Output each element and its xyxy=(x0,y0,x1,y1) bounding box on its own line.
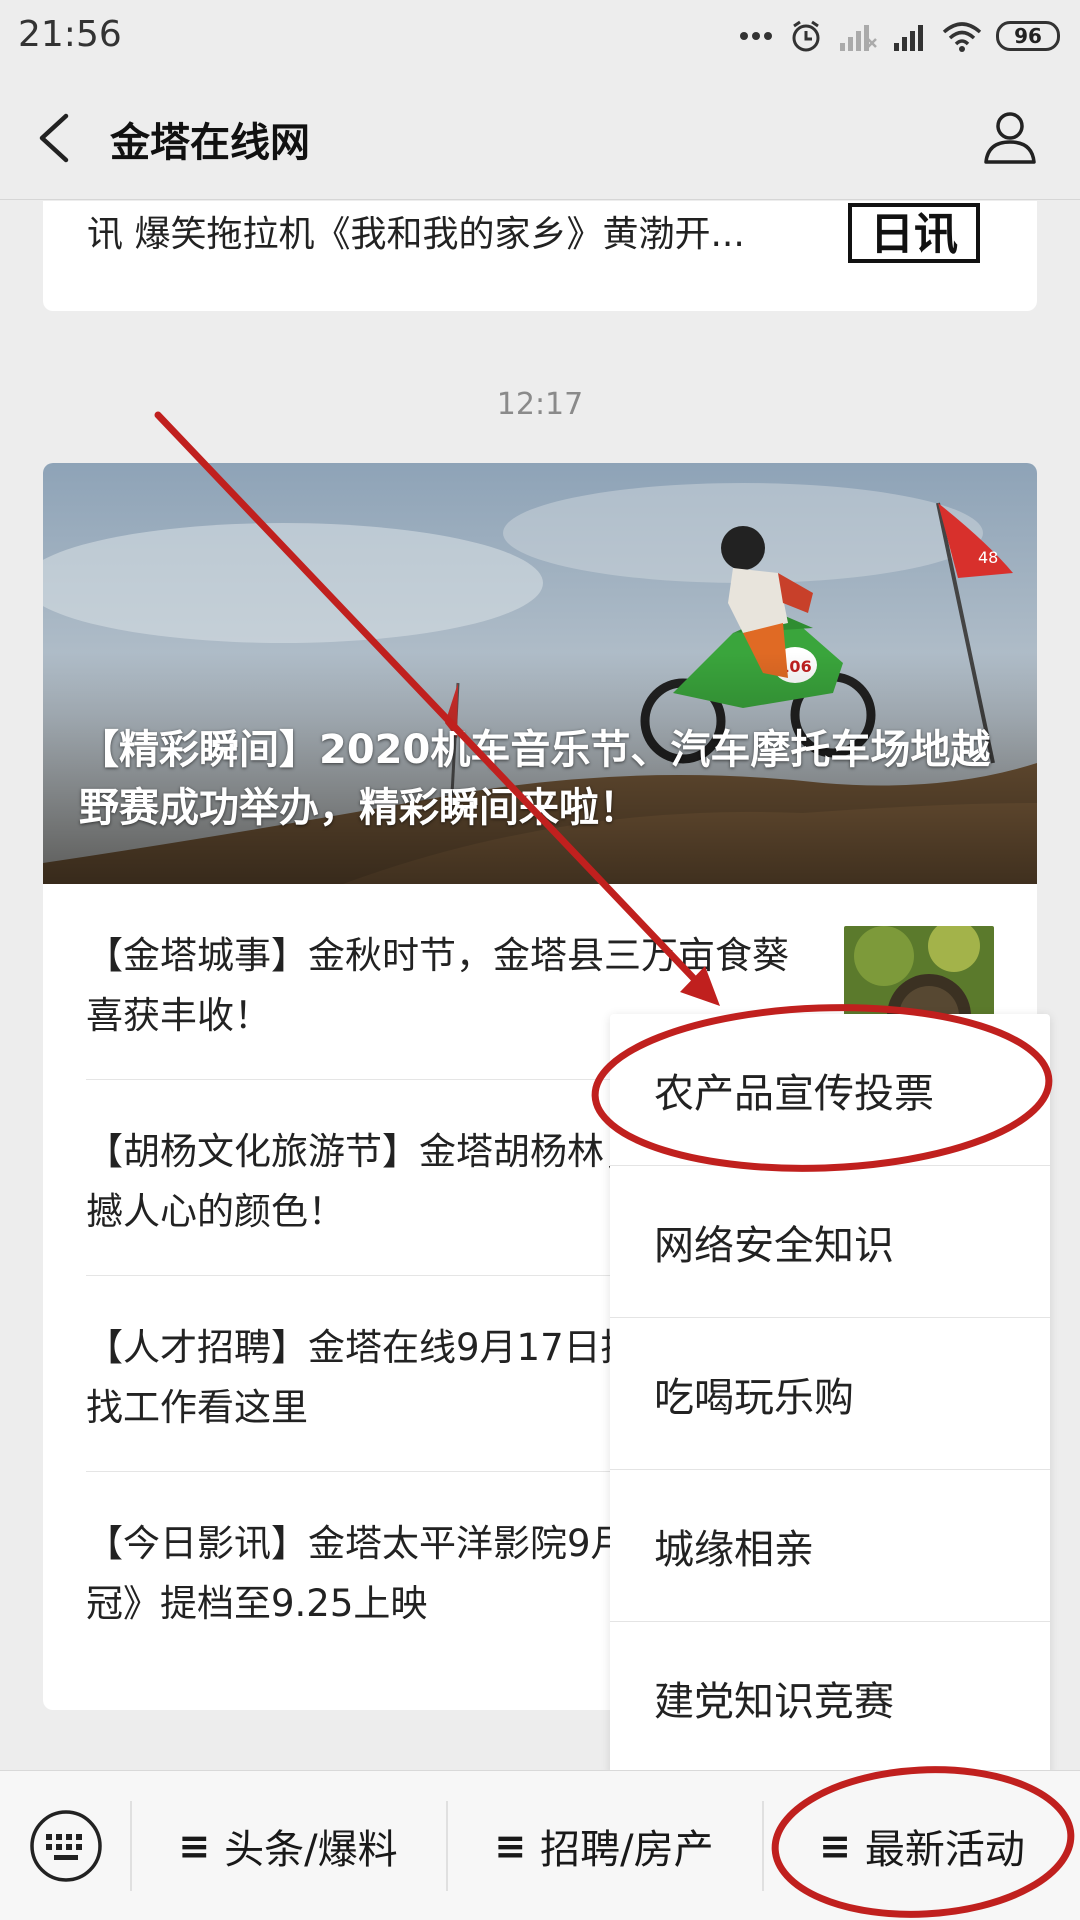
hero-title: 【精彩瞬间】2020机车音乐节、汽车摩托车场地越野赛成功举办，精彩瞬间来啦！ xyxy=(79,727,991,831)
status-icons: 96 xyxy=(738,14,1060,58)
signal-weak-icon xyxy=(840,25,877,51)
hamburger-icon: ≡ xyxy=(494,1824,527,1868)
menu-headlines[interactable]: ≡ 头条/爆料 xyxy=(132,1801,444,1891)
alarm-icon xyxy=(792,20,820,52)
menu-jobs-housing[interactable]: ≡ 招聘/房产 xyxy=(448,1801,760,1891)
page-title: 金塔在线网 xyxy=(110,120,310,166)
hamburger-icon: ≡ xyxy=(819,1824,851,1868)
latest-activity-submenu: 农产品宣传投票 网络安全知识 吃喝玩乐购 城缘相亲 建党知识竞赛 xyxy=(610,1014,1050,1774)
user-profile-icon[interactable] xyxy=(980,106,1040,166)
status-bar: 21:56 96 xyxy=(0,0,1080,76)
menu-label: 招聘/房产 xyxy=(540,1827,714,1873)
thumb-caption: 日讯 xyxy=(870,209,958,260)
message-timestamp: 12:17 xyxy=(496,387,584,422)
menu-label: 最新活动 xyxy=(864,1827,1025,1873)
previous-article-title: 讯 爆笑拖拉机《我和我的家乡》黄渤开... xyxy=(87,214,745,255)
battery-level: 96 xyxy=(1014,24,1042,48)
submenu-item-network-security[interactable]: 网络安全知识 xyxy=(610,1166,1050,1318)
menu-latest-activity[interactable]: ≡ 最新活动 xyxy=(764,1801,1080,1891)
hamburger-icon: ≡ xyxy=(178,1824,211,1868)
previous-article-card[interactable]: 讯 爆笑拖拉机《我和我的家乡》黄渤开... 日讯 xyxy=(43,201,1037,311)
menu-label: 头条/爆料 xyxy=(224,1827,398,1873)
bottom-menu-bar: ≡ 头条/爆料 ≡ 招聘/房产 ≡ 最新活动 xyxy=(0,1770,1080,1920)
status-time: 21:56 xyxy=(18,14,122,55)
wifi-icon xyxy=(942,22,982,52)
submenu-item-dating[interactable]: 城缘相亲 xyxy=(610,1470,1050,1622)
nav-bar: 金塔在线网 xyxy=(0,76,1080,200)
submenu-item-party-quiz[interactable]: 建党知识竞赛 xyxy=(610,1622,1050,1774)
dots-icon xyxy=(740,32,772,40)
hero-article[interactable]: 48 106 【精彩瞬间】2020机车音乐节、汽车摩托车场地越野赛成功举办，精彩… xyxy=(43,463,1037,884)
previous-article-thumb: 日讯 xyxy=(844,201,994,263)
battery-icon: 96 xyxy=(996,21,1060,51)
back-arrow-icon[interactable] xyxy=(30,110,80,166)
keyboard-icon xyxy=(30,1810,102,1882)
submenu-item-food-fun[interactable]: 吃喝玩乐购 xyxy=(610,1318,1050,1470)
signal-icon xyxy=(894,25,923,51)
submenu-item-product-vote[interactable]: 农产品宣传投票 xyxy=(610,1014,1050,1166)
keyboard-button[interactable] xyxy=(22,1805,110,1887)
